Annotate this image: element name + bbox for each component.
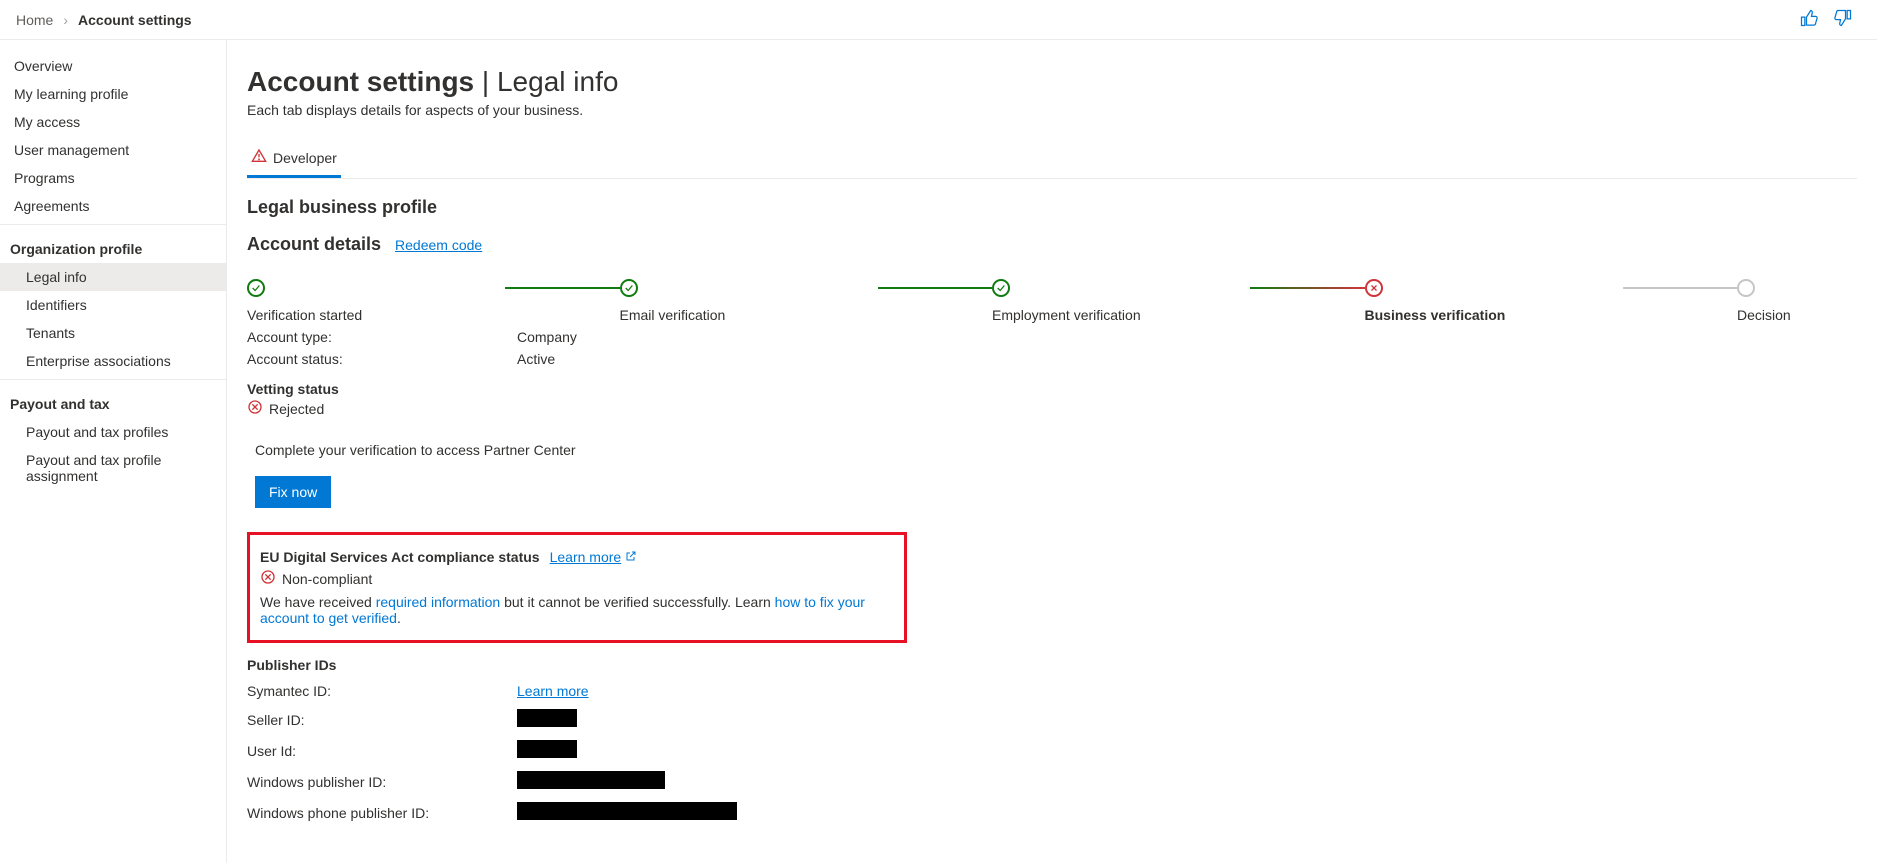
user-id-value-redacted xyxy=(517,740,577,758)
sidebar-item-access[interactable]: My access xyxy=(0,108,226,136)
external-link-icon xyxy=(625,549,637,565)
win-pub-id-value-redacted xyxy=(517,771,665,789)
legal-profile-title: Legal business profile xyxy=(247,197,1857,218)
warning-icon xyxy=(251,148,267,167)
check-icon xyxy=(620,279,638,297)
sidebar-group-payout: Payout and tax xyxy=(0,379,226,418)
account-status-key: Account status: xyxy=(247,351,517,367)
progress-steps: Verification started Email verification … xyxy=(247,279,1857,323)
tab-label: Developer xyxy=(273,150,337,166)
sidebar-item-learning[interactable]: My learning profile xyxy=(0,80,226,108)
publisher-ids-title: Publisher IDs xyxy=(247,657,1857,673)
compliance-learn-more-link[interactable]: Learn more xyxy=(550,549,638,565)
redeem-code-link[interactable]: Redeem code xyxy=(395,237,482,253)
compliance-status: Non-compliant xyxy=(282,571,372,587)
sidebar-item-payout-profiles[interactable]: Payout and tax profiles xyxy=(0,418,226,446)
breadcrumb: Home › Account settings xyxy=(16,12,192,28)
tab-developer[interactable]: Developer xyxy=(247,140,341,178)
sidebar-group-org: Organization profile xyxy=(0,224,226,263)
main-content: Account settings | Legal info Each tab d… xyxy=(226,40,1877,863)
account-status-value: Active xyxy=(517,351,555,367)
error-icon xyxy=(247,399,263,418)
compliance-message: We have received required information bu… xyxy=(260,594,894,626)
error-icon xyxy=(260,569,276,588)
sidebar: Overview My learning profile My access U… xyxy=(0,40,226,863)
breadcrumb-home[interactable]: Home xyxy=(16,12,53,28)
sidebar-item-overview[interactable]: Overview xyxy=(0,52,226,80)
account-type-key: Account type: xyxy=(247,329,517,345)
step-label: Business verification xyxy=(1365,307,1506,323)
pending-icon xyxy=(1737,279,1755,297)
sidebar-item-legal-info[interactable]: Legal info xyxy=(0,263,226,291)
feedback-controls xyxy=(1799,8,1861,31)
fix-now-button[interactable]: Fix now xyxy=(255,476,331,508)
sidebar-item-payout-assign[interactable]: Payout and tax profile assignment xyxy=(0,446,226,490)
vetting-head: Vetting status xyxy=(247,381,1857,397)
breadcrumb-current: Account settings xyxy=(78,12,192,28)
step-label: Decision xyxy=(1737,307,1791,323)
check-icon xyxy=(992,279,1010,297)
page-title: Account settings | Legal info xyxy=(247,66,1857,98)
win-pub-id-key: Windows publisher ID: xyxy=(247,774,517,790)
check-icon xyxy=(247,279,265,297)
symantec-learn-more-link[interactable]: Learn more xyxy=(517,683,589,699)
title-main: Account settings xyxy=(247,66,474,97)
thumbs-up-icon[interactable] xyxy=(1799,8,1819,31)
sidebar-item-tenants[interactable]: Tenants xyxy=(0,319,226,347)
sidebar-item-programs[interactable]: Programs xyxy=(0,164,226,192)
required-info-link[interactable]: required information xyxy=(376,594,501,610)
sidebar-item-agreements[interactable]: Agreements xyxy=(0,192,226,220)
sidebar-item-identifiers[interactable]: Identifiers xyxy=(0,291,226,319)
step-label: Email verification xyxy=(620,307,726,323)
fix-message: Complete your verification to access Par… xyxy=(255,442,1857,458)
vetting-value: Rejected xyxy=(269,401,324,417)
sidebar-item-users[interactable]: User management xyxy=(0,136,226,164)
sidebar-item-enterprise[interactable]: Enterprise associations xyxy=(0,347,226,375)
winphone-pub-id-key: Windows phone publisher ID: xyxy=(247,805,517,821)
symantec-id-key: Symantec ID: xyxy=(247,683,517,699)
error-icon xyxy=(1365,279,1383,297)
thumbs-down-icon[interactable] xyxy=(1833,8,1853,31)
account-details-title: Account details xyxy=(247,234,381,255)
title-section: Legal info xyxy=(497,66,618,97)
compliance-box: EU Digital Services Act compliance statu… xyxy=(247,532,907,643)
seller-id-value-redacted xyxy=(517,709,577,727)
page-subtitle: Each tab displays details for aspects of… xyxy=(247,102,1857,118)
account-type-value: Company xyxy=(517,329,577,345)
tab-row: Developer xyxy=(247,140,1857,179)
compliance-title: EU Digital Services Act compliance statu… xyxy=(260,549,540,565)
step-label: Verification started xyxy=(247,307,362,323)
chevron-right-icon: › xyxy=(63,12,68,28)
user-id-key: User Id: xyxy=(247,743,517,759)
step-label: Employment verification xyxy=(992,307,1141,323)
seller-id-key: Seller ID: xyxy=(247,712,517,728)
winphone-pub-id-value-redacted xyxy=(517,802,737,820)
